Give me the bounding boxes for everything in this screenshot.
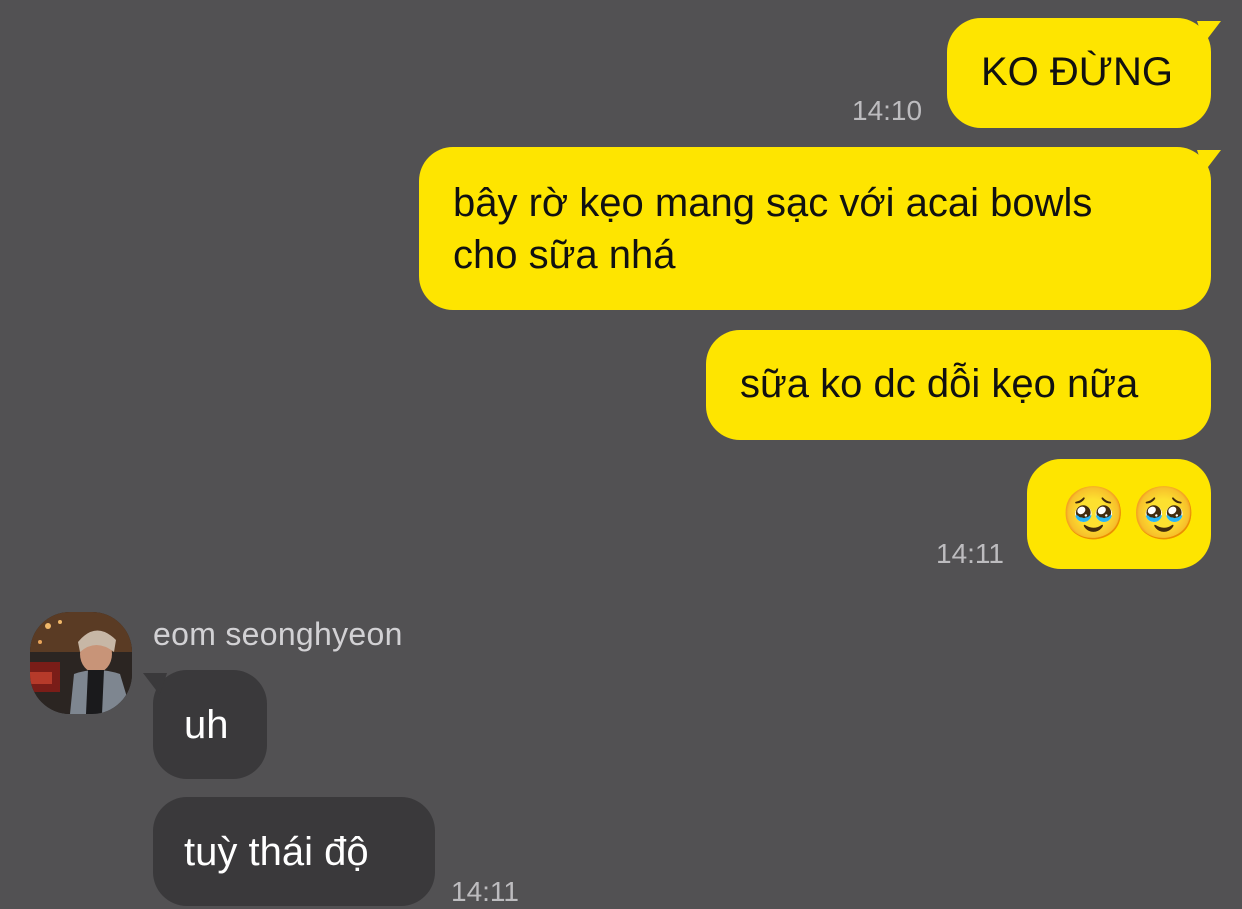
incoming-message-bubble[interactable]: tuỳ thái độ	[153, 797, 435, 906]
outgoing-message-bubble[interactable]: bây rờ kẹo mang sạc với acai bowls cho s…	[419, 147, 1211, 310]
message-text-line: bây rờ kẹo mang sạc với acai bowls	[453, 181, 1093, 225]
message-timestamp: 14:11	[451, 876, 519, 907]
message-timestamp: 14:11	[936, 538, 1004, 569]
incoming-message-bubble[interactable]: uh	[153, 670, 267, 779]
message-timestamp: 14:10	[852, 95, 923, 126]
message-text: sữa ko dc dỗi kẹo nữa	[740, 362, 1139, 406]
sender-avatar[interactable]	[30, 612, 132, 714]
message-text: KO ĐỪNG	[981, 50, 1173, 94]
pleading-face-emoji-icon: 🥹	[1131, 484, 1197, 544]
message-text: uh	[184, 703, 229, 747]
chat-view[interactable]: 14:10 KO ĐỪNG bây rờ kẹo mang sạc với ac…	[0, 0, 1242, 909]
pleading-face-emoji-icon: 🥹	[1061, 484, 1126, 544]
outgoing-message-bubble[interactable]: sữa ko dc dỗi kẹo nữa	[706, 330, 1211, 440]
outgoing-emoji-bubble[interactable]: 🥹 🥹	[1027, 459, 1211, 569]
sender-name: eom seonghyeon	[153, 616, 403, 652]
outgoing-message-bubble[interactable]: KO ĐỪNG	[947, 18, 1211, 128]
message-text-line: cho sữa nhá	[453, 233, 676, 277]
message-text: tuỳ thái độ	[184, 830, 369, 874]
profile-photo-icon	[30, 612, 132, 714]
